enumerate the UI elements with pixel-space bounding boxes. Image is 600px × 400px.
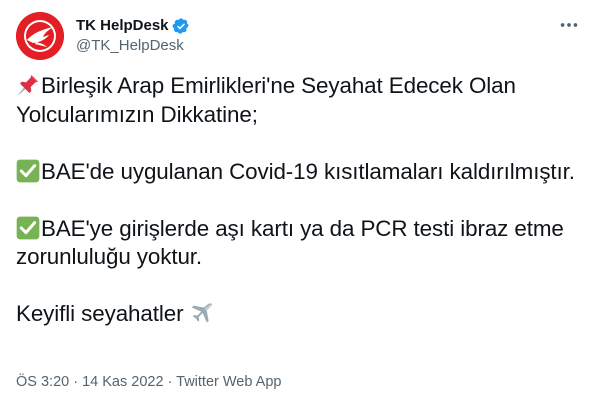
tweet-header: TK HelpDesk @TK_HelpDesk bbox=[16, 12, 584, 60]
tweet-source[interactable]: Twitter Web App bbox=[176, 374, 281, 390]
verified-badge-icon bbox=[172, 17, 190, 35]
more-horizontal-icon bbox=[560, 23, 578, 27]
check-mark-icon bbox=[16, 216, 40, 240]
more-options-button[interactable] bbox=[558, 14, 580, 36]
airplane-icon bbox=[190, 301, 214, 325]
tweet-text: Birleşik Arap Emirlikleri'ne Seyahat Ede… bbox=[16, 72, 586, 329]
account-handle[interactable]: @TK_HelpDesk bbox=[76, 36, 190, 56]
tweet-line-1: Birleşik Arap Emirlikleri'ne Seyahat Ede… bbox=[16, 72, 586, 129]
meta-separator: · bbox=[69, 374, 83, 390]
tweet-line-1-text: Birleşik Arap Emirlikleri'ne Seyahat Ede… bbox=[16, 73, 516, 127]
tweet-line-3: BAE'ye girişlerde aşı kartı ya da PCR te… bbox=[16, 215, 586, 272]
tweet-date[interactable]: 14 Kas 2022 bbox=[82, 374, 163, 390]
tweet-line-2-text: BAE'de uygulanan Covid-19 kısıtlamaları … bbox=[41, 158, 575, 184]
tweet-line-4-text: Keyifli seyahatler bbox=[16, 301, 184, 326]
pushpin-icon bbox=[16, 73, 40, 97]
tweet-line-4: Keyifli seyahatler bbox=[16, 300, 586, 329]
avatar[interactable] bbox=[16, 12, 64, 60]
tweet-line-3-text: BAE'ye girişlerde aşı kartı ya da PCR te… bbox=[16, 215, 564, 270]
meta-separator: · bbox=[163, 374, 177, 390]
tweet-time[interactable]: ÖS 3:20 bbox=[16, 374, 69, 390]
account-names: TK HelpDesk @TK_HelpDesk bbox=[76, 16, 190, 56]
display-name-row: TK HelpDesk bbox=[76, 16, 190, 36]
tweet: TK HelpDesk @TK_HelpDesk Birleşik Arap E… bbox=[0, 0, 600, 400]
tweet-meta: ÖS 3:20 · 14 Kas 2022 · Twitter Web App bbox=[16, 373, 281, 391]
turkish-airlines-logo-icon bbox=[16, 12, 64, 60]
tweet-line-2: BAE'de uygulanan Covid-19 kısıtlamaları … bbox=[16, 158, 586, 187]
check-mark-icon bbox=[16, 159, 40, 183]
display-name[interactable]: TK HelpDesk bbox=[76, 16, 169, 36]
